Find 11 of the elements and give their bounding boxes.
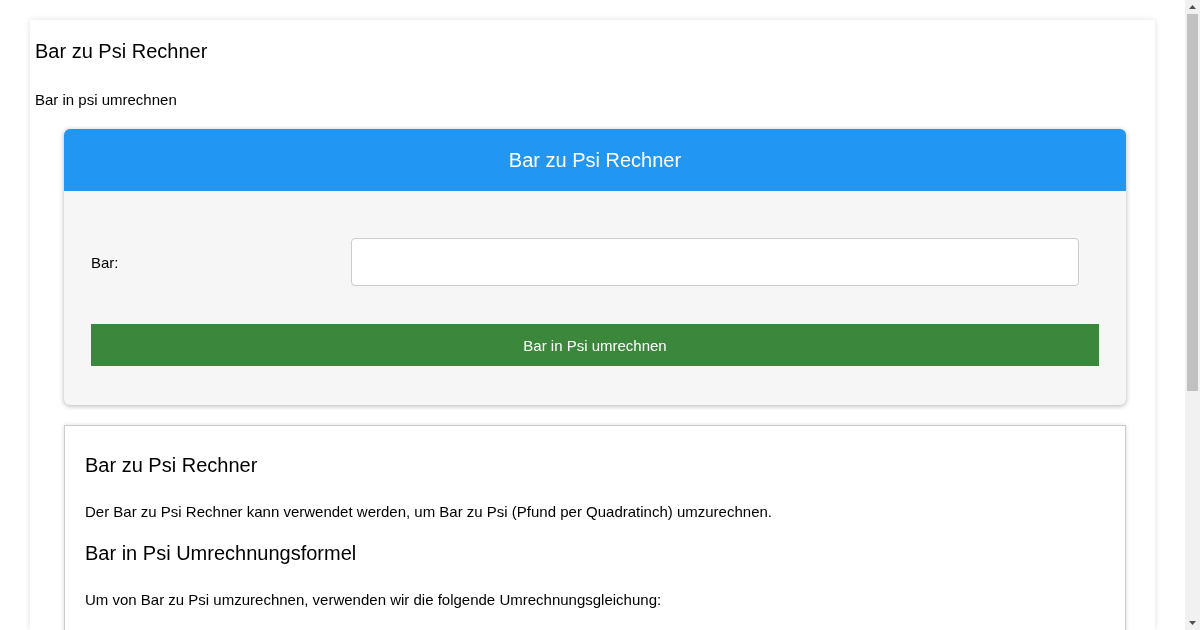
- section-heading: Bar in Psi Umrechnungsformel: [85, 541, 358, 566]
- paragraph: Der Bar zu Psi Rechner kann verwendet werden, um Bar zu Psi (Pfund per Quadratinch) umzurechnen.: [85, 502, 773, 522]
- page-subtitle: Bar in psi umrechnen: [35, 90, 178, 110]
- scrollbar-drawing[interactable]: [1185, 0, 1200, 630]
- section-heading: Bar zu Psi Rechner: [85, 453, 259, 478]
- paragraph: Um von Bar zu Psi umzurechnen, verwenden wir die folgende Umrechnungsgleichung:: [85, 590, 663, 610]
- bar-label: Bar:: [91, 253, 120, 271]
- convert-button[interactable]: Bar in Psi umrechnen: [91, 324, 1099, 366]
- bar-input-field[interactable]: [351, 238, 1079, 286]
- page-title: Bar zu Psi Rechner: [35, 39, 209, 64]
- calculator-header: Bar zu Psi Rechner: [64, 129, 1126, 191]
